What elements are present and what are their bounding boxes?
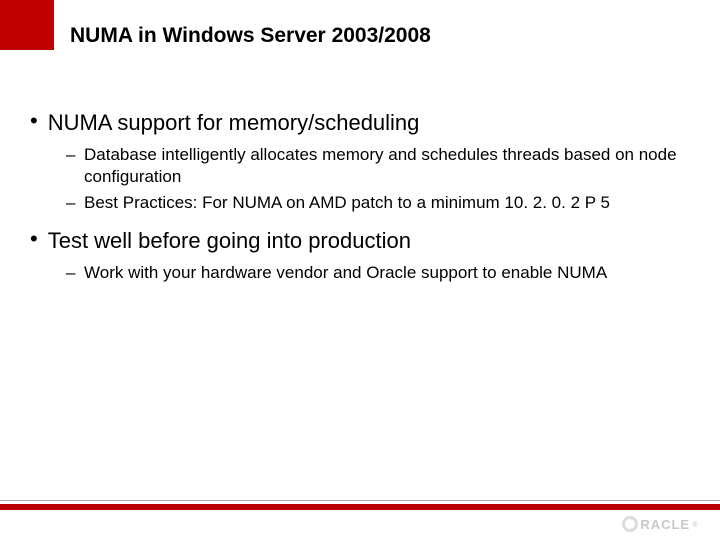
list-item: • Test well before going into production… xyxy=(30,228,680,284)
oracle-logo: RACLE ® xyxy=(622,516,698,532)
dash-icon: – xyxy=(66,144,76,166)
list-item: – Database intelligently allocates memor… xyxy=(66,144,680,188)
accent-block xyxy=(0,0,54,50)
sub-text: Best Practices: For NUMA on AMD patch to… xyxy=(84,192,610,214)
sub-text: Database intelligently allocates memory … xyxy=(84,144,680,188)
list-item: • NUMA support for memory/scheduling – D… xyxy=(30,110,680,214)
oracle-o-icon xyxy=(622,516,638,532)
oracle-logo-text: RACLE xyxy=(640,517,690,532)
bullet-text: Test well before going into production xyxy=(48,228,411,254)
slide: NUMA in Windows Server 2003/2008 • NUMA … xyxy=(0,0,720,540)
sub-list: – Database intelligently allocates memor… xyxy=(66,144,680,214)
slide-content: • NUMA support for memory/scheduling – D… xyxy=(30,110,680,298)
bullet-icon: • xyxy=(30,110,38,132)
slide-title: NUMA in Windows Server 2003/2008 xyxy=(70,24,431,48)
bullet-text: NUMA support for memory/scheduling xyxy=(48,110,420,136)
dash-icon: – xyxy=(66,262,76,284)
registered-mark: ® xyxy=(692,520,698,529)
list-item: – Best Practices: For NUMA on AMD patch … xyxy=(66,192,680,214)
dash-icon: – xyxy=(66,192,76,214)
sub-text: Work with your hardware vendor and Oracl… xyxy=(84,262,607,284)
sub-list: – Work with your hardware vendor and Ora… xyxy=(66,262,680,284)
footer-divider xyxy=(0,500,720,501)
bullet-icon: • xyxy=(30,228,38,250)
list-item: – Work with your hardware vendor and Ora… xyxy=(66,262,680,284)
bullet-list: • NUMA support for memory/scheduling – D… xyxy=(30,110,680,284)
footer-bar xyxy=(0,504,720,510)
